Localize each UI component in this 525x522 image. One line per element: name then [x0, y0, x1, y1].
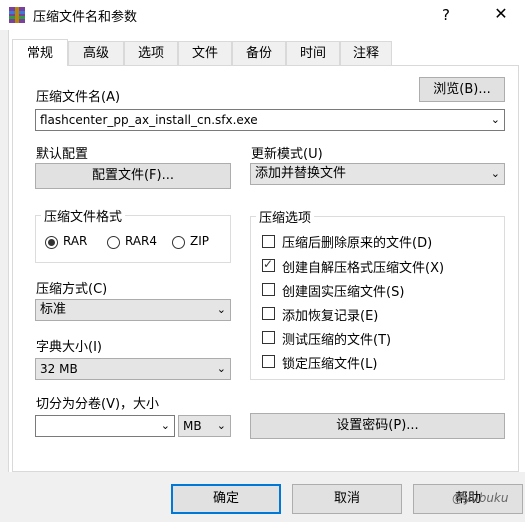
chevron-down-icon[interactable]: ⌄ [491, 110, 500, 130]
close-icon[interactable]: ✕ [486, 3, 516, 25]
chevron-down-icon[interactable]: ⌄ [161, 416, 170, 436]
format-rar-radio[interactable] [45, 236, 58, 249]
method-label: 压缩方式(C) [36, 282, 108, 297]
dictionary-label: 字典大小(I) [36, 340, 102, 355]
chevron-down-icon[interactable]: ⌄ [491, 164, 500, 184]
split-size-combo[interactable]: ⌄ [35, 415, 175, 437]
format-zip-radio[interactable] [172, 236, 185, 249]
cancel-button[interactable]: 取消 [292, 484, 402, 514]
method-value: 标准 [40, 302, 67, 317]
format-rar-label: RAR [63, 234, 88, 248]
dictionary-value: 32 MB [40, 362, 78, 376]
lock-archive-checkbox[interactable] [262, 355, 275, 368]
test-files-label: 测试压缩的文件(T) [282, 333, 392, 348]
help-icon[interactable]: ? [432, 4, 460, 26]
method-select[interactable]: 标准 ⌄ [35, 299, 231, 321]
tab-bar: 常规 高级 选项 文件 备份 时间 注释 [12, 39, 392, 66]
recovery-record-checkbox[interactable] [262, 307, 275, 320]
delete-after-checkbox[interactable] [262, 235, 275, 248]
ok-button[interactable]: 确定 [171, 484, 281, 514]
profiles-button[interactable]: 配置文件(F)... [35, 163, 231, 189]
format-rar4-label: RAR4 [125, 234, 158, 248]
update-mode-select[interactable]: 添加并替换文件 ⌄ [250, 163, 505, 185]
create-sfx-label: 创建自解压格式压缩文件(X) [282, 261, 445, 276]
split-unit-value: MB [183, 419, 202, 433]
default-profile-label: 默认配置 [36, 147, 89, 162]
archive-format-title: 压缩文件格式 [41, 206, 126, 225]
chevron-down-icon[interactable]: ⌄ [217, 359, 226, 379]
tab-comment[interactable]: 注释 [340, 41, 392, 65]
tab-general[interactable]: 常规 [12, 39, 68, 66]
chevron-down-icon[interactable]: ⌄ [217, 300, 226, 320]
split-unit-select[interactable]: MB ⌄ [178, 415, 231, 437]
split-label: 切分为分卷(V)，大小 [36, 397, 160, 412]
archive-name-label: 压缩文件名(A) [36, 90, 121, 105]
browse-button[interactable]: 浏览(B)... [419, 77, 505, 102]
winrar-icon [9, 7, 25, 23]
tab-options[interactable]: 选项 [124, 41, 178, 65]
watermark-text: @yubuku [452, 491, 509, 505]
dialog-title: 压缩文件名和参数 [33, 10, 138, 25]
background-window-edge [0, 30, 9, 522]
format-zip-label: ZIP [190, 234, 209, 248]
archive-name-value: flashcenter_pp_ax_install_cn.sfx.exe [40, 113, 258, 127]
create-solid-checkbox[interactable] [262, 283, 275, 296]
compression-options-title: 压缩选项 [256, 207, 315, 226]
tab-advanced[interactable]: 高级 [68, 41, 124, 65]
delete-after-label: 压缩后删除原来的文件(D) [282, 236, 433, 251]
lock-archive-label: 锁定压缩文件(L) [282, 357, 378, 372]
recovery-record-label: 添加恢复记录(E) [282, 309, 379, 324]
archive-name-combo[interactable]: flashcenter_pp_ax_install_cn.sfx.exe ⌄ [35, 109, 505, 131]
format-rar4-radio[interactable] [107, 236, 120, 249]
dictionary-select[interactable]: 32 MB ⌄ [35, 358, 231, 380]
test-files-checkbox[interactable] [262, 331, 275, 344]
update-mode-label: 更新模式(U) [251, 147, 323, 162]
chevron-down-icon[interactable]: ⌄ [217, 416, 226, 436]
create-solid-label: 创建固实压缩文件(S) [282, 285, 405, 300]
create-sfx-checkbox[interactable] [262, 257, 275, 272]
tab-backup[interactable]: 备份 [232, 41, 286, 65]
set-password-button[interactable]: 设置密码(P)... [250, 413, 505, 439]
title-bar: 压缩文件名和参数 ? ✕ [0, 0, 525, 30]
tab-time[interactable]: 时间 [286, 41, 340, 65]
update-mode-value: 添加并替换文件 [255, 166, 347, 181]
tab-files[interactable]: 文件 [178, 41, 232, 65]
